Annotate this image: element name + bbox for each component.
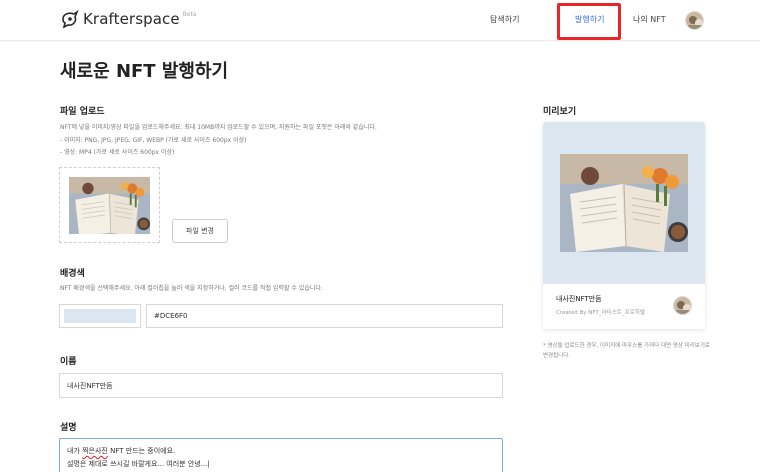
description-line: 내가 찍은사진 NFT 만드는 중이에요. (67, 445, 495, 458)
logo-icon (62, 9, 79, 29)
description-text: NFT 만드는 중이에요. (107, 447, 176, 455)
preview-note: * 영상을 업로드한 경우, 이미지에 마우스를 가져다 대면 영상 미리보기로… (543, 343, 710, 359)
upload-description: NFT에 넣을 이미지/영상 파일을 업로드해주세요. 최대 10MB까지 업로… (60, 122, 480, 160)
avatar-image (686, 12, 703, 29)
logo-beta-badge: Beta (182, 11, 197, 18)
name-section-title: 이름 (60, 357, 77, 367)
background-description: NFT 배경색을 선택해주세요. 아래 컬러칩을 눌러 색을 지정하거나, 컬러… (60, 285, 323, 292)
logo-text: Krafterspace (83, 10, 180, 28)
spellcheck-word: 찍은사진 (82, 447, 108, 455)
nft-preview-card[interactable]: 내사진NFT만듬 Created By NFT_아티스트_프로히엘 (543, 122, 705, 329)
color-code-input[interactable]: #DCE6F0 (146, 304, 503, 328)
preview-creator: Created By NFT_아티스트_프로히엘 (556, 310, 645, 316)
description-textarea[interactable]: 내가 찍은사진 NFT 만드는 중이에요. 설명은 제대로 쓰시길 바랄게요..… (59, 438, 503, 472)
upload-desc-line: - 영상: MP4 (가로 세로 사이즈 600px 이상) (60, 149, 175, 156)
description-line: 설명은 제대로 쓰시길 바랄게요... 여러분 안녕...| (67, 459, 210, 468)
nav-explore[interactable]: 탐색하기 (490, 14, 519, 25)
nft-name-input[interactable]: 내사진NFT만듬 (59, 373, 503, 398)
preview-section-title: 미리보기 (543, 107, 577, 117)
uploaded-image (69, 177, 150, 234)
nav-my-nft[interactable]: 나의 NFT (633, 14, 666, 25)
creator-avatar (673, 296, 692, 315)
upload-desc-line: - 이미지: PNG, JPG, JPEG, GIF, WEBP (가로 세로 … (60, 136, 247, 144)
description-text: 내가 (67, 447, 83, 455)
preview-nft-name: 내사진NFT만듬 (556, 295, 602, 303)
logo[interactable]: Krafterspace Beta (60, 9, 197, 29)
top-header: Krafterspace Beta 탐색하기 발행하기 나의 NFT (0, 0, 760, 41)
preview-image (560, 154, 688, 252)
color-swatch-fill (64, 309, 136, 323)
background-section-title: 배경색 (60, 269, 85, 279)
change-file-button[interactable]: 파일 변경 (172, 219, 228, 243)
upload-desc-line: NFT에 넣을 이미지/영상 파일을 업로드해주세요. 최대 10MB까지 업로… (60, 124, 377, 131)
upload-dropzone[interactable] (59, 167, 160, 243)
nav-mint[interactable]: 발행하기 (575, 14, 604, 25)
description-section-title: 설명 (60, 423, 77, 433)
color-swatch[interactable] (59, 304, 141, 328)
upload-section-title: 파일 업로드 (60, 107, 105, 117)
page-title: 새로운 NFT 발행하기 (60, 61, 229, 82)
user-avatar[interactable] (685, 11, 704, 30)
